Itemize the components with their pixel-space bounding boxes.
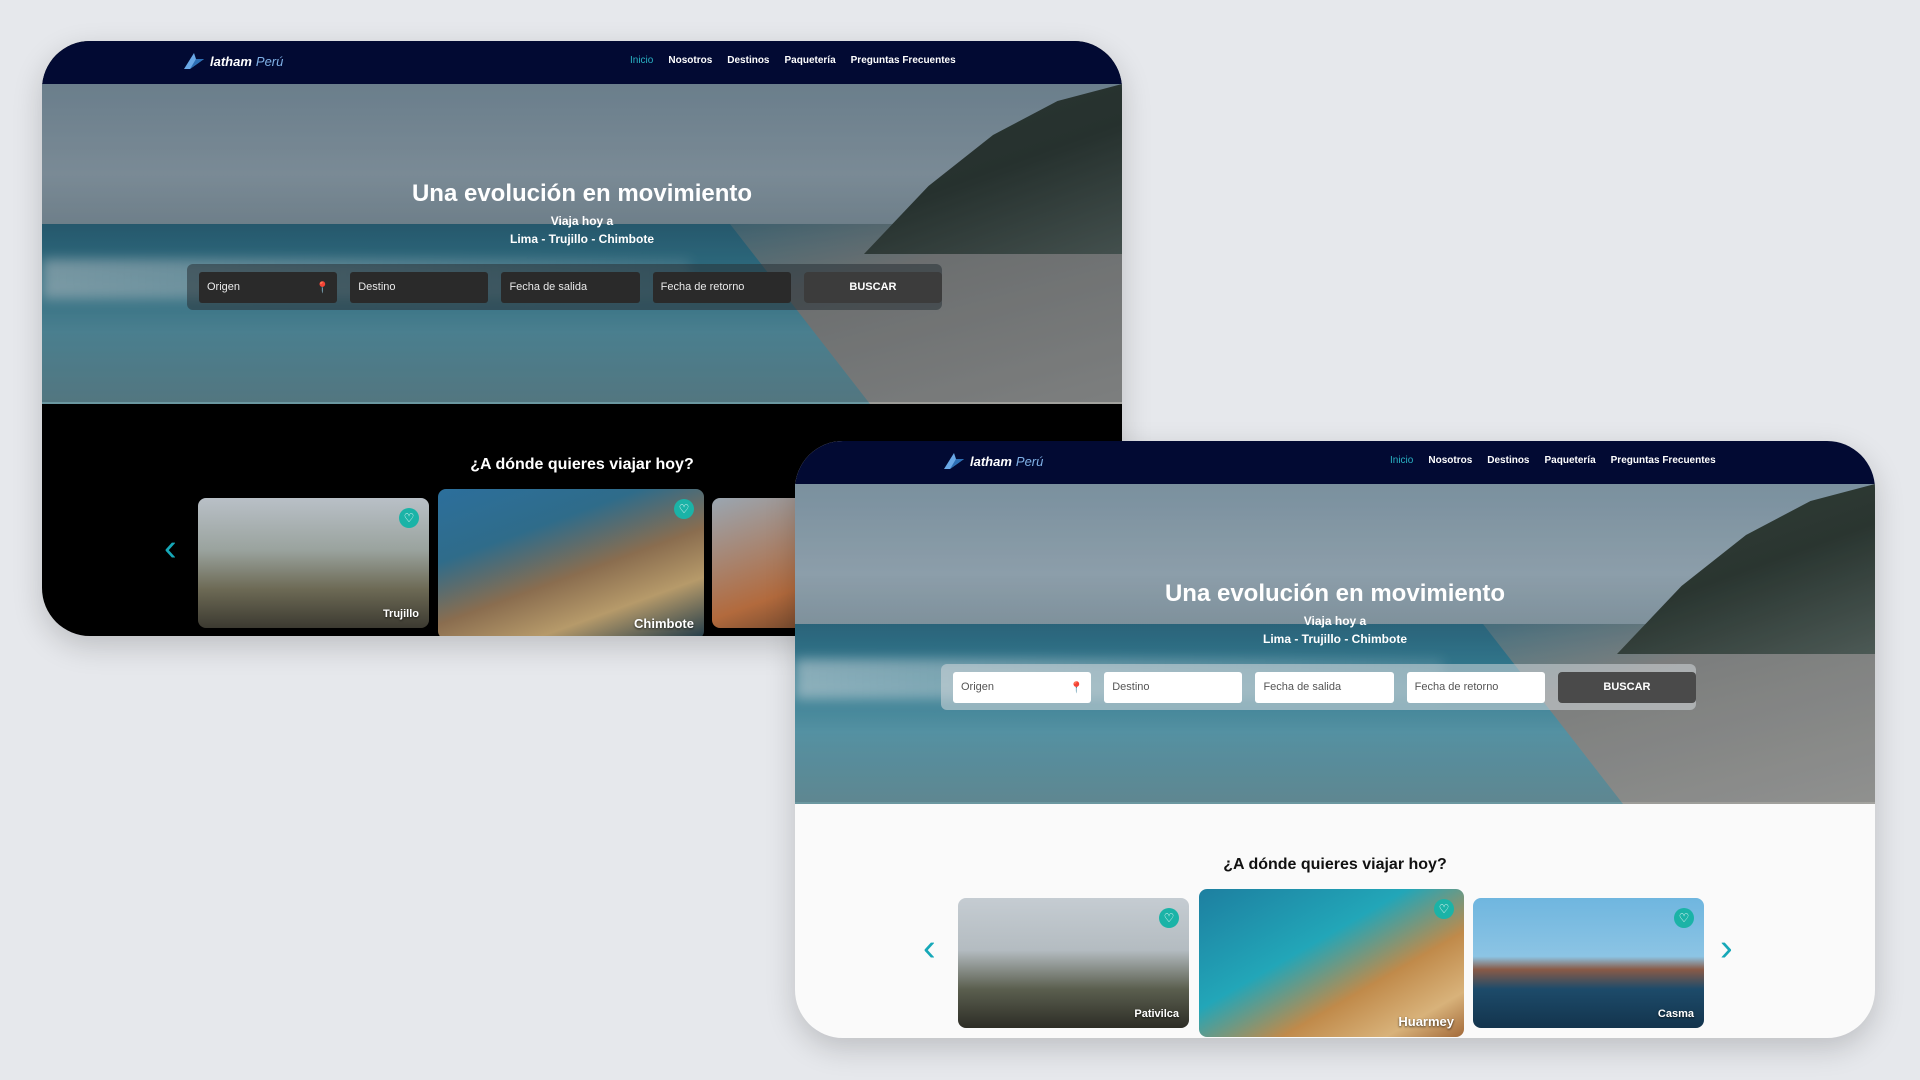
heart-icon[interactable]: ♡	[674, 499, 694, 519]
return-date-field[interactable]: Fecha de retorno	[652, 271, 791, 303]
card-label: Huarmey	[1398, 1014, 1454, 1029]
nav-item-destinos[interactable]: Destinos	[727, 55, 769, 66]
hero-subtitle: Viaja hoy a Lima - Trujillo - Chimbote	[42, 212, 1122, 248]
search-button[interactable]: BUSCAR	[1557, 671, 1696, 703]
pin-icon: 📍	[1069, 681, 1084, 694]
nav-item-faq[interactable]: Preguntas Frecuentes	[1611, 455, 1716, 466]
logo[interactable]: latham Perú	[182, 51, 283, 71]
hero-title: Una evolución en movimiento	[1164, 580, 1506, 607]
chevron-left-icon[interactable]: ‹	[923, 929, 936, 967]
nav-item-inicio[interactable]: Inicio	[630, 55, 653, 66]
destination-placeholder: Destino	[1112, 681, 1150, 693]
destination-field[interactable]: Destino	[350, 271, 489, 303]
destinations-carousel: ‹ ♡ Pativilca ♡ Huarmey ♡ Casma ›	[795, 889, 1875, 1038]
card-label: Trujillo	[382, 608, 419, 620]
departure-date-field[interactable]: Fecha de salida	[1255, 671, 1394, 703]
hero-title: Una evolución en movimiento	[411, 180, 753, 207]
top-navbar: latham Perú Inicio Nosotros Destinos Paqu…	[42, 41, 1122, 84]
heart-icon[interactable]: ♡	[1159, 908, 1179, 928]
search-bar: Origen 📍 Destino Fecha de salida Fecha d…	[187, 264, 942, 310]
departure-placeholder: Fecha de salida	[1263, 681, 1342, 693]
destination-placeholder: Destino	[358, 281, 396, 293]
destination-card-huarmey[interactable]: ♡ Huarmey	[1199, 889, 1464, 1037]
logo-mark-icon	[944, 453, 964, 469]
brand-suffix: Perú	[255, 53, 284, 69]
hero-subtitle-line2: Lima - Trujillo - Chimbote	[1263, 632, 1407, 646]
nav-item-inicio[interactable]: Inicio	[1390, 455, 1413, 466]
departure-placeholder: Fecha de salida	[509, 281, 588, 293]
logo-mark-icon	[184, 53, 204, 69]
origin-field[interactable]: Origen 📍	[953, 671, 1092, 703]
top-navbar: latham Perú Inicio Nosotros Destinos Paqu…	[795, 441, 1875, 484]
nav-item-nosotros[interactable]: Nosotros	[1428, 455, 1472, 466]
heart-icon[interactable]: ♡	[1674, 908, 1694, 928]
destination-card-pativilca[interactable]: ♡ Pativilca	[958, 898, 1189, 1028]
nav-item-paqueteria[interactable]: Paquetería	[785, 55, 836, 66]
card-label: Pativilca	[1134, 1008, 1179, 1020]
logo[interactable]: latham Perú	[942, 451, 1043, 471]
brand-name: latham	[210, 53, 252, 69]
nav-links: Inicio Nosotros Destinos Paquetería Preg…	[630, 55, 956, 66]
return-placeholder: Fecha de retorno	[1414, 681, 1499, 693]
chevron-left-icon[interactable]: ‹	[164, 529, 177, 567]
destination-card-casma[interactable]: ♡ Casma	[1473, 898, 1704, 1028]
search-button[interactable]: BUSCAR	[803, 271, 942, 303]
hero-banner: Una evolución en movimiento Viaja hoy a …	[42, 84, 1122, 404]
card-label: Casma	[1657, 1008, 1694, 1020]
origin-placeholder: Origen	[207, 281, 241, 293]
nav-item-faq[interactable]: Preguntas Frecuentes	[851, 55, 956, 66]
origin-field[interactable]: Origen 📍	[199, 271, 338, 303]
heart-icon[interactable]: ♡	[399, 508, 419, 528]
nav-item-nosotros[interactable]: Nosotros	[668, 55, 712, 66]
card-label: Chimbote	[634, 616, 694, 631]
nav-item-destinos[interactable]: Destinos	[1487, 455, 1529, 466]
hero-subtitle-line1: Viaja hoy a	[1303, 614, 1367, 628]
destination-card-trujillo[interactable]: ♡ Trujillo	[198, 498, 429, 628]
origin-placeholder: Origen	[961, 681, 995, 693]
hero-banner: Una evolución en movimiento Viaja hoy a …	[795, 484, 1875, 804]
hero-subtitle-line2: Lima - Trujillo - Chimbote	[510, 232, 654, 246]
destination-card-chimbote[interactable]: ♡ Chimbote	[438, 489, 704, 636]
destinations-heading: ¿A dónde quieres viajar hoy?	[1223, 856, 1447, 873]
search-bar: Origen 📍 Destino Fecha de salida Fecha d…	[941, 664, 1696, 710]
chevron-right-icon[interactable]: ›	[1720, 929, 1733, 967]
departure-date-field[interactable]: Fecha de salida	[501, 271, 640, 303]
hero-subtitle: Viaja hoy a Lima - Trujillo - Chimbote	[795, 612, 1875, 648]
destination-field[interactable]: Destino	[1104, 671, 1243, 703]
brand-suffix: Perú	[1015, 453, 1044, 469]
nav-links: Inicio Nosotros Destinos Paquetería Preg…	[1390, 455, 1716, 466]
hero-subtitle-line1: Viaja hoy a	[550, 214, 614, 228]
brand-name: latham	[970, 453, 1012, 469]
light-theme-window: latham Perú Inicio Nosotros Destinos Paqu…	[795, 441, 1875, 1038]
return-date-field[interactable]: Fecha de retorno	[1406, 671, 1545, 703]
return-placeholder: Fecha de retorno	[660, 281, 745, 293]
nav-item-paqueteria[interactable]: Paquetería	[1545, 455, 1596, 466]
heart-icon[interactable]: ♡	[1434, 899, 1454, 919]
pin-icon: 📍	[315, 281, 330, 294]
